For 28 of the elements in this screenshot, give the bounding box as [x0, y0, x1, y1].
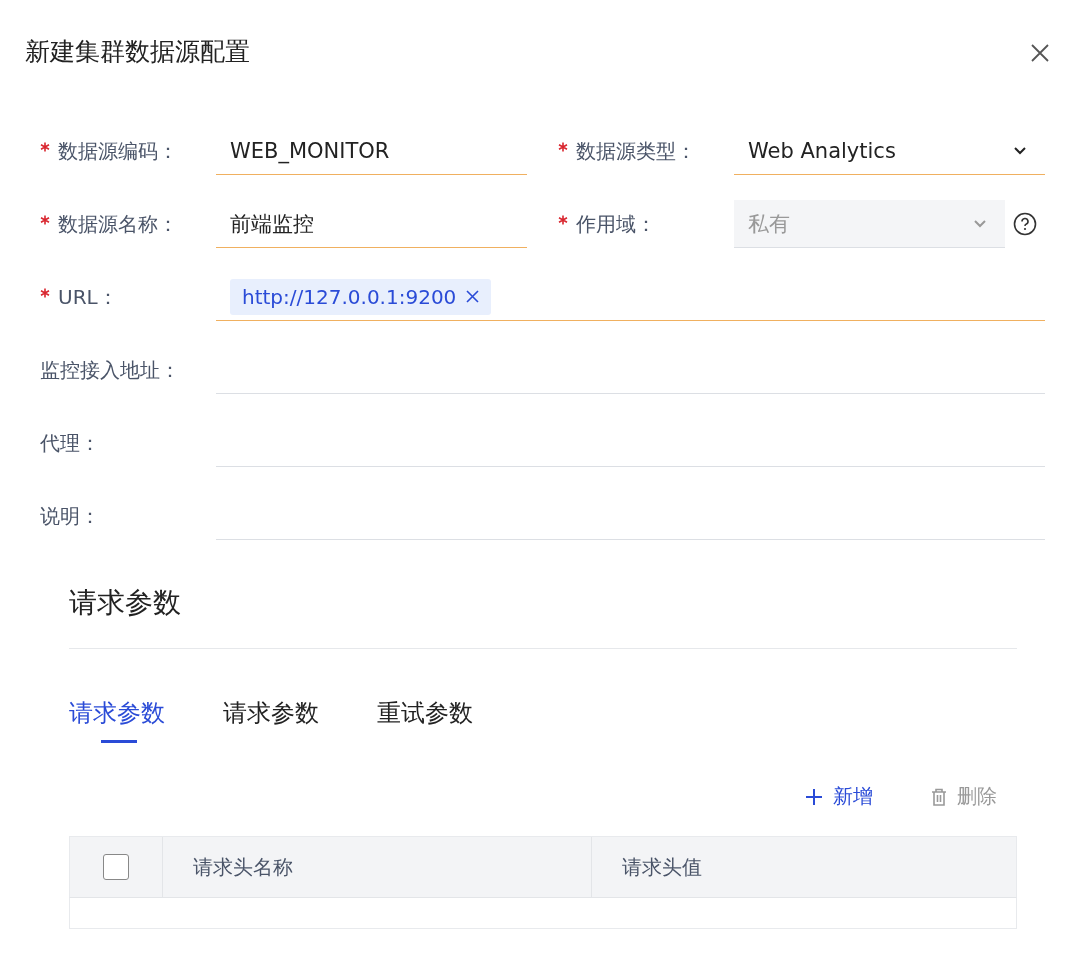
caret-icon — [973, 219, 987, 228]
caret-icon — [1013, 146, 1027, 155]
field-label: 数据源名称： — [40, 210, 216, 238]
plus-icon — [805, 787, 823, 806]
field-label: 监控接入地址： — [40, 356, 181, 384]
dialog-title: 新建集群数据源配置 — [25, 35, 250, 68]
column-header: 请求头值 — [621, 853, 703, 881]
input-field[interactable]: http://127.0.0.1:9200 — [216, 273, 1045, 321]
field-label: 数据源类型： — [558, 137, 734, 165]
column-header: 请求头名称 — [163, 837, 592, 897]
tab[interactable]: 重试参数 — [377, 697, 473, 743]
field-label: 数据源编码： — [40, 137, 216, 165]
field-label: 说明： — [40, 502, 101, 530]
field-label: 作用域： — [558, 210, 734, 238]
field-label: 代理： — [40, 429, 101, 457]
checkbox[interactable] — [103, 854, 129, 880]
tab[interactable]: 请求参数 — [223, 697, 319, 743]
input-field[interactable]: Web Analytics — [734, 127, 1045, 175]
section-title: 请求参数 — [69, 585, 182, 621]
input-field[interactable]: WEB_MONITOR — [216, 127, 527, 175]
url-tag: http://127.0.0.1:9200 — [230, 278, 492, 315]
close-icon[interactable] — [1030, 43, 1050, 63]
add-button[interactable]: 新增 — [805, 783, 873, 810]
close-icon[interactable] — [466, 290, 480, 303]
trash-icon — [931, 787, 947, 806]
input-field[interactable]: 前端监控 — [216, 200, 527, 248]
tab[interactable]: 请求参数 — [69, 697, 165, 743]
field-label: URL： — [40, 283, 216, 311]
